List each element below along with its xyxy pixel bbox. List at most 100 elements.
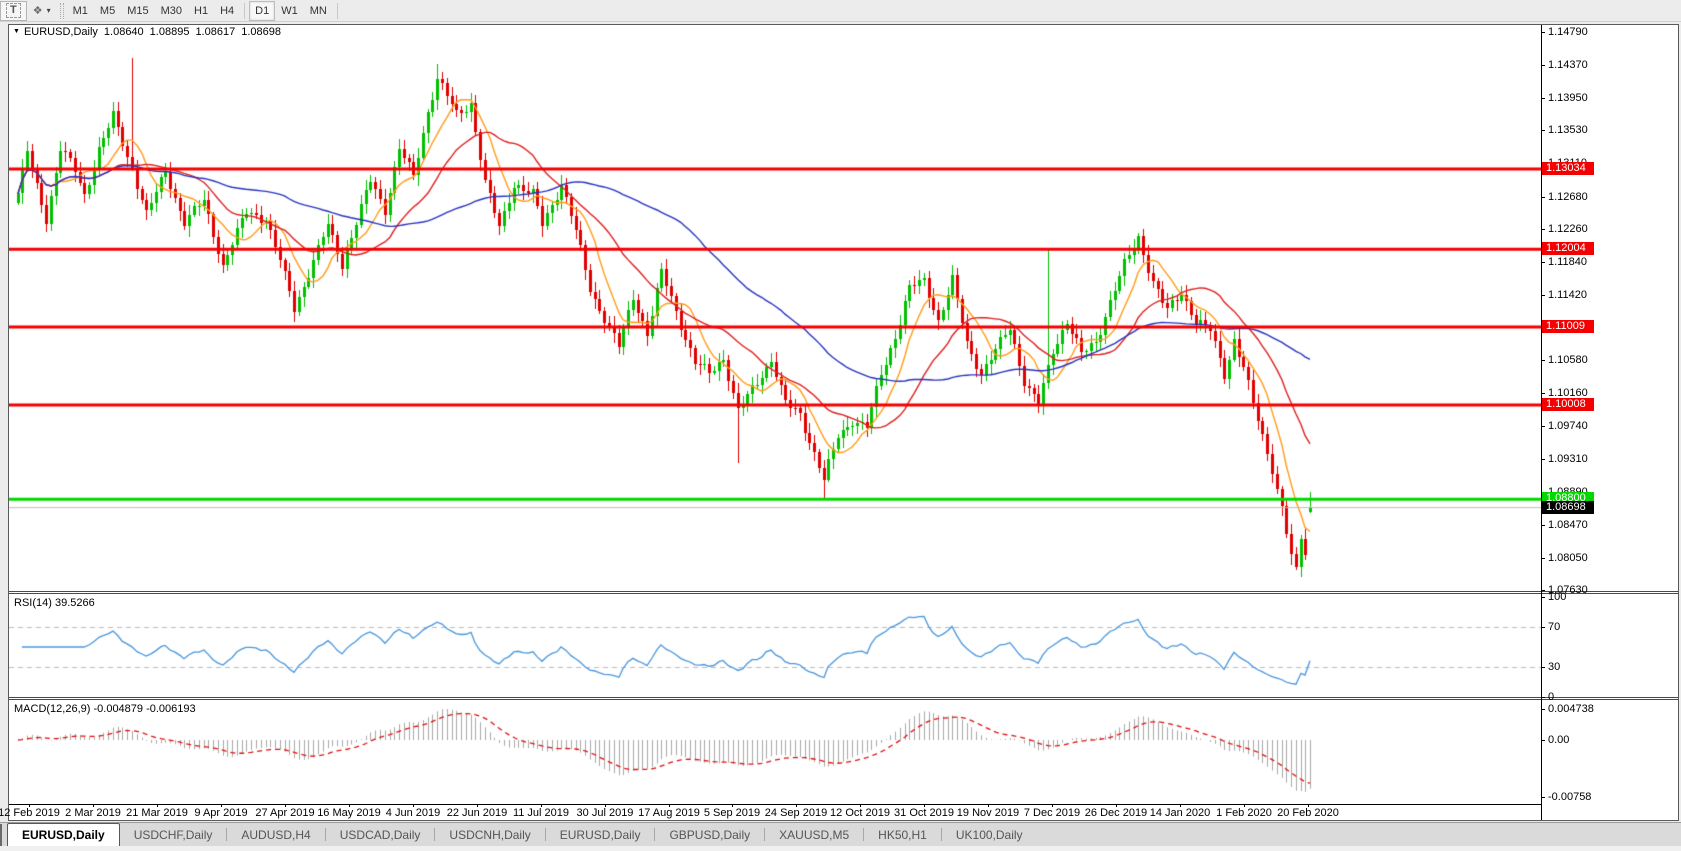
timeframe-button-m15[interactable]: M15 [121,1,154,21]
arrange-icon: ❖ [32,5,43,17]
arrange-charts-button[interactable]: ❖ ▾ [27,1,57,21]
chart-tab-eurusd-daily[interactable]: EURUSD,Daily [546,824,655,846]
price-axis-tick [1541,590,1545,591]
date-axis-label: 30 Jul 2019 [576,807,634,819]
date-axis-label: 2 Mar 2019 [65,807,121,819]
level-price-badge: 1.12004 [1542,242,1594,255]
date-axis-label: 24 Sep 2019 [764,807,828,819]
current-price-badge: 1.08698 [1542,501,1594,514]
chart-tab-hk50-h1[interactable]: HK50,H1 [864,824,941,846]
macd-pane-canvas[interactable] [9,700,1541,804]
timeframe-button-w1[interactable]: W1 [275,1,304,21]
timeframe-button-m30[interactable]: M30 [155,1,188,21]
price-axis-label: 1.10580 [1548,354,1588,366]
price-axis-label: 1.09740 [1548,420,1588,432]
date-axis-label: 22 Jun 2019 [446,807,508,819]
timeframe-button-h1[interactable]: H1 [188,1,214,21]
chart-tab-usdchf-daily[interactable]: USDCHF,Daily [120,824,227,846]
macd-axis-label: -0.00758 [1548,791,1592,803]
price-axis-label: 1.13530 [1548,124,1588,136]
date-axis-label: 12 Oct 2019 [830,807,890,819]
date-axis-label: 20 Feb 2020 [1277,807,1339,819]
close-value: 1.08698 [241,25,281,38]
price-axis-label: 1.14370 [1548,59,1588,71]
level-price-badge: 1.11009 [1542,320,1594,333]
chart-tab-xauusd-m5[interactable]: XAUUSD,M5 [765,824,863,846]
chart-symbol-period: EURUSD,Daily [23,25,98,38]
date-axis-label: 5 Sep 2019 [703,807,761,819]
chart-tab-gbpusd-daily[interactable]: GBPUSD,Daily [655,824,764,846]
rsi-pane-canvas[interactable] [9,594,1541,697]
timeframe-button-m5[interactable]: M5 [94,1,121,21]
rsi-axis-tick [1541,697,1545,698]
chart-tab-usdcnh-daily[interactable]: USDCNH,Daily [435,824,544,846]
timeframe-button-m1[interactable]: M1 [67,1,94,21]
price-axis-tick [1541,295,1545,296]
macd-axis-label: 0.00 [1548,734,1570,746]
macd-axis-tick [1541,797,1545,798]
price-axis-tick [1541,32,1545,33]
price-axis-tick [1541,360,1545,361]
level-price-badge: 1.10008 [1542,398,1594,411]
date-axis-label: 17 Aug 2019 [638,807,700,819]
rsi-axis-label: 70 [1548,621,1561,633]
date-axis-label: 7 Dec 2019 [1023,807,1081,819]
chart-window: ▼ EURUSD,Daily 1.08640 1.08895 1.08617 1.08… [0,24,1679,821]
rsi-axis-label: 100 [1548,591,1567,603]
macd-axis-tick [1541,740,1545,741]
chart-tab-uk100-daily[interactable]: UK100,Daily [942,824,1037,846]
price-axis-label: 1.12680 [1548,191,1588,203]
tab-bar-grip[interactable] [0,824,5,846]
price-axis-tick [1541,98,1545,99]
price-axis-tick [1541,459,1545,460]
price-axis-tick [1541,525,1545,526]
rsi-axis-tick [1541,627,1545,628]
chart-tab-usdcad-daily[interactable]: USDCAD,Daily [326,824,435,846]
price-axis-tick [1541,262,1545,263]
rsi-axis-tick [1541,667,1545,668]
price-axis-label: 1.11420 [1548,289,1587,301]
chart-title-bar: ▼ EURUSD,Daily 1.08640 1.08895 1.08617 1.08… [9,25,1678,38]
price-axis-tick [1541,229,1545,230]
text-tool-icon: T [6,3,21,18]
chart-tab-audusd-h4[interactable]: AUDUSD,H4 [227,824,324,846]
price-axis-tick [1541,426,1545,427]
macd-axis-tick [1541,709,1545,710]
macd-label: MACD(12,26,9) -0.004879 -0.006193 [14,703,196,715]
chart-dropdown-icon[interactable]: ▼ [13,28,20,35]
date-axis-label: 1 Feb 2020 [1216,807,1272,819]
price-axis: 1.147901.143701.139501.135301.131101.126… [1541,25,1679,820]
timeframe-toolbar: M1 M5 M15 M30 H1 H4 D1 W1 MN [67,0,342,21]
price-axis-label: 1.09310 [1548,453,1588,465]
date-axis-label: 21 Mar 2019 [126,807,188,819]
price-axis-label: 1.11840 [1548,256,1587,268]
price-axis-label: 1.12260 [1548,223,1588,235]
low-value: 1.08617 [195,25,236,38]
high-value: 1.08895 [149,25,190,38]
price-axis-label: 1.13950 [1548,92,1588,104]
toolbar-grip [59,2,64,19]
price-axis-label: 1.08050 [1548,552,1588,564]
price-chart-canvas[interactable] [9,38,1541,591]
text-tool-button[interactable]: T [0,0,27,21]
toolbar: T ❖ ▾ M1 M5 M15 M30 H1 H4 D1 W1 MN [0,0,1681,22]
price-axis-tick [1541,558,1545,559]
status-strip [0,846,1681,851]
date-axis-label: 9 Apr 2019 [194,807,248,819]
timeframe-button-mn[interactable]: MN [304,1,333,21]
timeframe-button-d1[interactable]: D1 [249,0,276,21]
macd-axis-label: 0.004738 [1548,703,1594,715]
chart-tab-eurusd-daily[interactable]: EURUSD,Daily [7,823,120,846]
rsi-value: 39.5266 [54,597,95,609]
price-axis-label: 1.14790 [1548,26,1588,38]
date-axis-label: 4 Jun 2019 [385,807,441,819]
date-axis-label: 19 Nov 2019 [956,807,1020,819]
rsi-axis-label: 30 [1548,661,1561,673]
timeframe-button-h4[interactable]: H4 [214,1,240,21]
level-price-badge: 1.13034 [1542,162,1594,175]
date-axis-label: 14 Jan 2020 [1149,807,1211,819]
open-value: 1.08640 [103,25,144,38]
price-axis-tick [1541,197,1545,198]
price-axis-tick [1541,65,1545,66]
chart-tab-bar: EURUSD,Daily USDCHF,Daily AUDUSD,H4 USDCAD,… [0,822,1681,846]
